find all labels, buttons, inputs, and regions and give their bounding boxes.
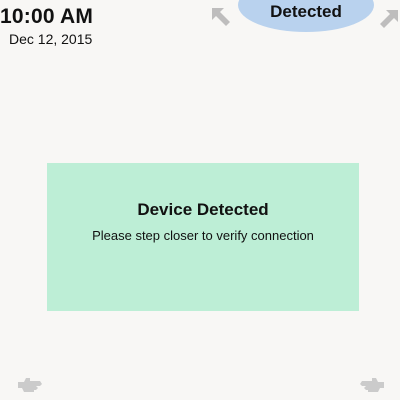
device-detected-panel: Device Detected Please step closer to ve… <box>47 163 359 311</box>
clock-time: 10:00 AM <box>0 5 94 28</box>
panel-title: Device Detected <box>137 200 269 219</box>
panel-message: Please step closer to verify connection <box>92 228 314 243</box>
status-badge-label: Detected <box>270 2 342 21</box>
hand-gesture-left-icon[interactable] <box>16 372 44 396</box>
screen: 10:00 AM Dec 12, 2015 Detected Device De… <box>0 0 400 400</box>
clock-date: Dec 12, 2015 <box>9 31 93 47</box>
hand-gesture-right-icon[interactable] <box>358 372 386 396</box>
status-badge: Detected <box>238 0 374 32</box>
arrow-up-left-icon[interactable] <box>208 4 236 28</box>
arrow-up-right-icon[interactable] <box>378 6 400 30</box>
